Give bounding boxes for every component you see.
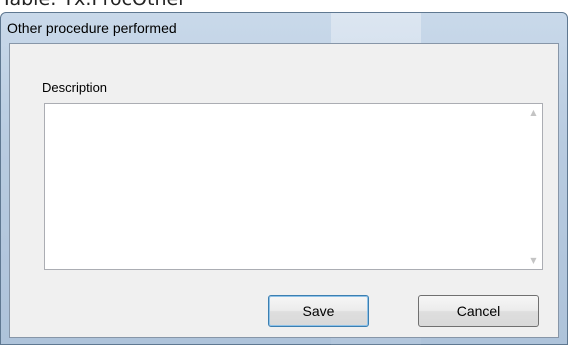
dialog-window: Other procedure performed Description ▲ … (0, 12, 568, 346)
dialog-client-area: Description ▲ ▼ Save Cancel (9, 43, 559, 338)
scroll-down-icon[interactable]: ▼ (525, 252, 542, 269)
description-label: Description (42, 80, 108, 95)
save-button[interactable]: Save (268, 295, 369, 327)
background-table-text: Table: Tx.ProcOther (1, 0, 186, 10)
scroll-up-icon[interactable]: ▲ (525, 104, 542, 121)
background-window-strip: Table: Tx.ProcOther (0, 0, 571, 12)
dialog-title: Other procedure performed (7, 20, 177, 36)
description-field-frame: ▲ ▼ (44, 103, 543, 270)
cancel-button[interactable]: Cancel (418, 295, 539, 327)
description-scrollbar[interactable]: ▲ ▼ (525, 104, 542, 269)
description-textarea[interactable] (45, 104, 527, 269)
dialog-titlebar[interactable]: Other procedure performed (1, 13, 567, 41)
